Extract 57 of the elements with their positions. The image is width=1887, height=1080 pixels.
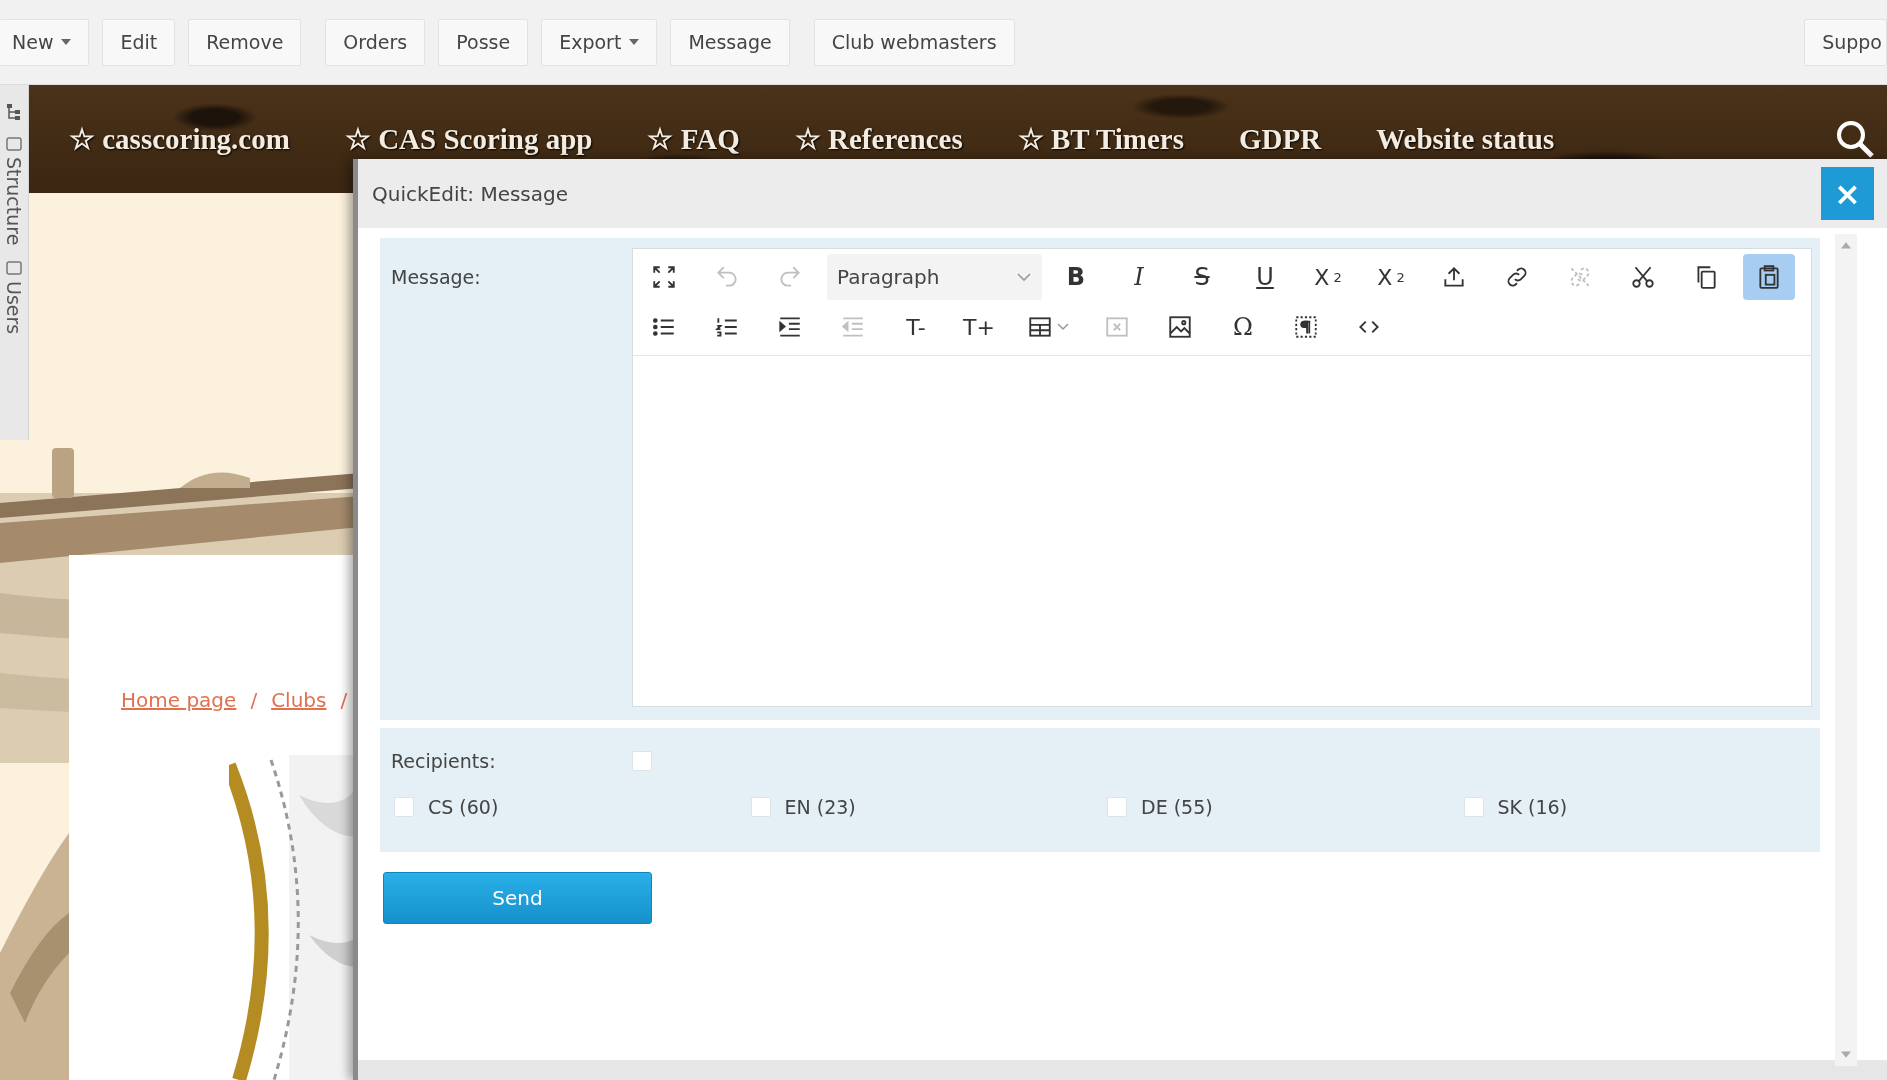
nav-link[interactable]: Website status: [1376, 122, 1555, 156]
scrollbar[interactable]: [1835, 234, 1857, 1066]
outdent-icon: [840, 314, 866, 340]
undo-icon: [714, 264, 740, 290]
nav-link[interactable]: GDPR: [1239, 122, 1322, 156]
toolbar-button[interactable]: Club webmasters: [813, 18, 1015, 66]
indent-icon: [777, 314, 803, 340]
toolbar-button[interactable]: Message: [670, 18, 790, 66]
checkbox[interactable]: [750, 797, 771, 817]
chevron-icon: [1057, 323, 1069, 331]
checkbox[interactable]: [1107, 797, 1127, 817]
nav-link[interactable]: ☆ BT Timers: [1017, 122, 1184, 156]
field-label: Recipients:: [390, 750, 497, 772]
bold-button[interactable]: B: [1050, 254, 1102, 300]
checkbox[interactable]: [632, 751, 652, 771]
toolbar-button[interactable]: Remove: [188, 18, 302, 66]
paste-button[interactable]: [1743, 254, 1795, 300]
caret-icon: [61, 39, 72, 45]
increase-font-button[interactable]: T+: [953, 304, 1005, 350]
checkbox-label: CS (60): [428, 796, 499, 818]
toolbar-button[interactable]: Export: [541, 18, 658, 66]
checkbox[interactable]: [394, 797, 414, 817]
image-icon: [1167, 314, 1193, 340]
checkbox[interactable]: [1463, 797, 1484, 817]
scissors-icon: [1630, 264, 1656, 290]
superscript-button[interactable]: X$^{2}$: [1365, 254, 1417, 300]
toolbar-button[interactable]: New: [0, 18, 90, 66]
field-label: Message:: [390, 265, 482, 290]
search-icon[interactable]: [1835, 119, 1875, 159]
strikethrough-button[interactable]: S: [1176, 254, 1228, 300]
toolbar-button[interactable]: Edit: [102, 18, 176, 66]
chevron-icon: [1016, 272, 1032, 282]
x-box-icon: [1104, 314, 1130, 340]
expand-icon: [651, 264, 677, 290]
format-select[interactable]: Paragraph: [827, 254, 1042, 300]
page-icon: [6, 137, 22, 151]
table-icon: [1027, 314, 1053, 340]
clipboard-icon: [1756, 264, 1782, 290]
nav-link[interactable]: ☆ FAQ: [647, 122, 740, 156]
checkbox-label: SK (16): [1497, 796, 1568, 818]
nav-link[interactable]: ☆ casscoring.com: [69, 122, 290, 156]
nav-link[interactable]: ☆ References: [794, 122, 963, 156]
decrease-font-button[interactable]: T-: [890, 304, 942, 350]
toolbar-button[interactable]: Orders: [325, 18, 426, 66]
caret-icon: [629, 39, 640, 45]
special-character-button[interactable]: Ω: [1217, 304, 1269, 350]
dialog-title: QuickEdit: Message: [372, 181, 569, 206]
checkbox-label: DE (55): [1141, 796, 1213, 818]
underline-button[interactable]: U: [1239, 254, 1291, 300]
italic-button[interactable]: I: [1113, 254, 1165, 300]
toolbar-button[interactable]: Posse: [438, 18, 529, 66]
checkbox-label: EN (23): [784, 796, 856, 818]
paragraph-box-icon: [1293, 314, 1319, 340]
nav-link[interactable]: ☆ CAS Scoring app: [344, 122, 593, 156]
sitemap-icon[interactable]: [6, 103, 22, 121]
redo-icon: [777, 264, 803, 290]
toolbar-button[interactable]: Suppo: [1804, 18, 1887, 66]
